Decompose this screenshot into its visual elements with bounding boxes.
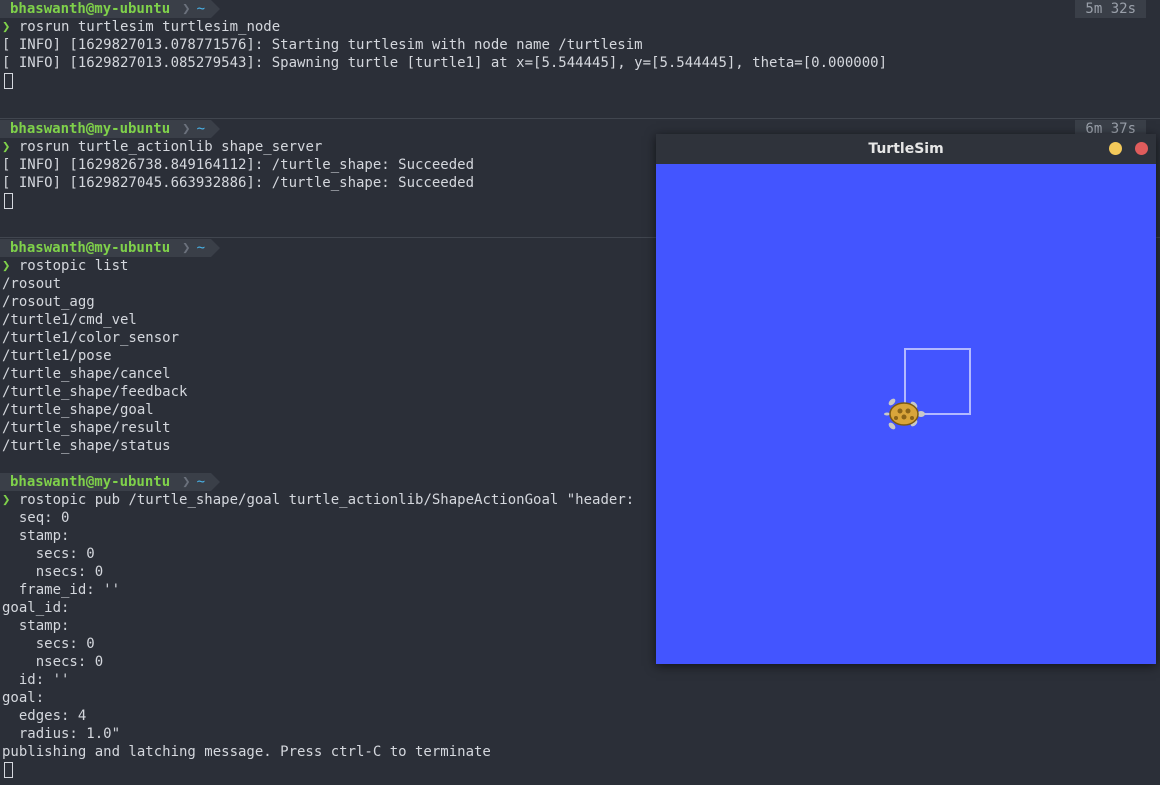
turtlesim-window[interactable]: TurtleSim <box>656 134 1156 664</box>
prompt-chevron-icon: ❯ <box>2 139 11 155</box>
minimize-button[interactable] <box>1109 142 1122 155</box>
powerline-arrow-icon <box>211 239 221 257</box>
prompt-separator-icon: ❯ <box>178 239 195 257</box>
prompt-separator-icon: ❯ <box>178 473 195 491</box>
turtlesim-canvas <box>656 164 1156 664</box>
output-line: edges: 4 <box>2 708 87 724</box>
powerline-arrow-icon <box>211 120 221 138</box>
prompt-user: bhaswanth@my-ubuntu <box>0 0 179 18</box>
prompt-dir: ~ <box>194 0 212 18</box>
prompt-dir: ~ <box>194 239 212 257</box>
output-line: [ INFO] [1629827013.078771576]: Starting… <box>2 37 643 53</box>
terminal-cursor <box>4 73 13 89</box>
prompt-user: bhaswanth@my-ubuntu <box>0 239 179 257</box>
prompt-chevron-icon: ❯ <box>2 258 11 274</box>
output-line: publishing and latching message. Press c… <box>2 744 491 760</box>
output-line: id: '' <box>2 672 70 688</box>
prompt-chevron-icon: ❯ <box>2 19 11 35</box>
output-line: goal: <box>2 690 45 706</box>
close-button[interactable] <box>1135 142 1148 155</box>
prompt-separator-icon: ❯ <box>178 120 195 138</box>
powerline-arrow-icon <box>211 0 221 18</box>
terminal-pane-1[interactable]: bhaswanth@my-ubuntu ❯ ~ 5m 32s ❯ rosrun … <box>0 0 1160 90</box>
command-text: rosrun turtlesim turtlesim_node <box>18 19 281 35</box>
prompt-chevron-icon: ❯ <box>2 492 11 508</box>
output-line: radius: 1.0" <box>2 726 121 742</box>
prompt-user: bhaswanth@my-ubuntu <box>0 120 179 138</box>
prompt-dir: ~ <box>194 473 212 491</box>
terminal-cursor <box>4 762 13 778</box>
command-text: rostopic pub /turtle_shape/goal turtle_a… <box>18 492 635 508</box>
elapsed-timer: 5m 32s <box>1075 0 1146 18</box>
powerline-arrow-icon <box>211 473 221 491</box>
command-text: rosrun turtle_actionlib shape_server <box>18 139 323 155</box>
window-title: TurtleSim <box>868 141 944 157</box>
prompt-separator-icon: ❯ <box>178 0 195 18</box>
prompt-dir: ~ <box>194 120 212 138</box>
prompt-bar: bhaswanth@my-ubuntu ❯ ~ 5m 32s <box>0 0 1160 18</box>
prompt-user: bhaswanth@my-ubuntu <box>0 473 179 491</box>
command-line: ❯ rosrun turtlesim turtlesim_node <box>0 18 1160 36</box>
output-line: [ INFO] [1629827013.085279543]: Spawning… <box>2 55 888 71</box>
command-text: rostopic list <box>18 258 129 274</box>
terminal-cursor <box>4 193 13 209</box>
window-titlebar[interactable]: TurtleSim <box>656 134 1156 165</box>
